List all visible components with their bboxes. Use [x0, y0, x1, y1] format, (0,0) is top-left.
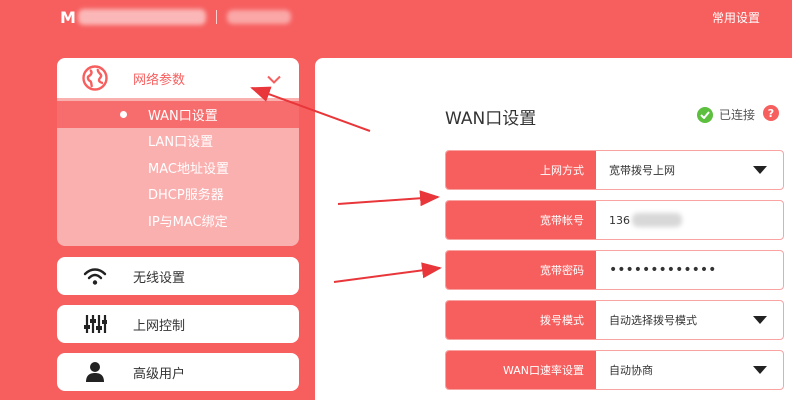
submenu-item-wan[interactable]: WAN口设置 — [57, 101, 299, 128]
dropdown-caret-icon[interactable] — [753, 366, 767, 374]
field-value: 自动协商 — [609, 364, 653, 377]
wan-type-select[interactable]: 上网方式 宽带拨号上网 — [445, 150, 784, 190]
field-label: WAN口速率设置 — [446, 351, 596, 389]
submenu-item-ip-mac-binding[interactable]: IP与MAC绑定 — [57, 207, 299, 234]
sidebar-item-label: 高级用户 — [133, 366, 186, 382]
brand-divider — [216, 10, 218, 24]
globe-icon — [57, 65, 133, 91]
help-icon[interactable]: ? — [763, 105, 779, 121]
user-icon — [57, 361, 133, 383]
submenu-label: LAN口设置 — [148, 135, 214, 151]
sliders-icon — [57, 313, 133, 335]
sidebar-item-access-control[interactable]: 上网控制 — [57, 305, 299, 343]
pppoe-account-field[interactable]: 宽带帐号 136 — [445, 200, 784, 240]
field-value: 自动选择拨号模式 — [609, 314, 697, 327]
submenu-item-lan[interactable]: LAN口设置 — [57, 128, 299, 155]
connection-status: 已连接 — [697, 106, 755, 123]
dropdown-caret-icon[interactable] — [753, 316, 767, 324]
submenu-label: WAN口设置 — [148, 108, 218, 124]
submenu-label: MAC地址设置 — [148, 161, 229, 177]
redacted-digits — [632, 213, 682, 227]
submenu-item-mac[interactable]: MAC地址设置 — [57, 154, 299, 181]
page-title: WAN口设置 — [445, 109, 537, 129]
field-label: 上网方式 — [446, 151, 596, 189]
wan-speed-select[interactable]: WAN口速率设置 自动协商 — [445, 350, 784, 390]
dial-mode-select[interactable]: 拨号模式 自动选择拨号模式 — [445, 300, 784, 340]
sidebar-item-network[interactable]: 网络参数 — [57, 58, 299, 98]
brand-text: M — [60, 7, 77, 27]
pppoe-password-field[interactable]: 宽带密码 ••••••••••••• — [445, 250, 784, 290]
sidebar-item-wireless[interactable]: 无线设置 — [57, 257, 299, 295]
sidebar-item-label: 上网控制 — [133, 318, 186, 334]
sidebar-network-group: 网络参数 WAN口设置 LAN口设置 MAC地址设置 DHCP服务器 IP与MA… — [57, 58, 299, 246]
active-dot-icon — [120, 111, 127, 118]
check-circle-icon — [697, 106, 713, 123]
submenu-label: DHCP服务器 — [148, 188, 224, 204]
field-value: 宽带拨号上网 — [609, 164, 675, 177]
brand-logo: M — [60, 6, 292, 28]
brand-redacted — [78, 9, 207, 25]
wifi-icon — [57, 266, 133, 286]
field-label: 拨号模式 — [446, 301, 596, 339]
sidebar-item-label: 无线设置 — [133, 270, 186, 286]
field-value: 136 — [609, 213, 630, 227]
model-redacted — [227, 10, 292, 24]
field-label: 宽带帐号 — [446, 201, 596, 239]
shortcut-settings-link[interactable]: 常用设置 — [712, 9, 760, 26]
submenu-item-dhcp[interactable]: DHCP服务器 — [57, 181, 299, 208]
sidebar-item-advanced-user[interactable]: 高级用户 — [57, 353, 299, 391]
chevron-down-icon[interactable] — [267, 70, 281, 89]
field-value: ••••••••••••• — [609, 262, 717, 278]
status-text: 已连接 — [719, 108, 756, 122]
submenu-label: IP与MAC绑定 — [148, 214, 228, 230]
dropdown-caret-icon[interactable] — [753, 166, 767, 174]
field-label: 宽带密码 — [446, 251, 596, 289]
sidebar-item-label: 网络参数 — [133, 72, 186, 88]
sidebar-submenu: WAN口设置 LAN口设置 MAC地址设置 DHCP服务器 IP与MAC绑定 — [57, 98, 299, 234]
